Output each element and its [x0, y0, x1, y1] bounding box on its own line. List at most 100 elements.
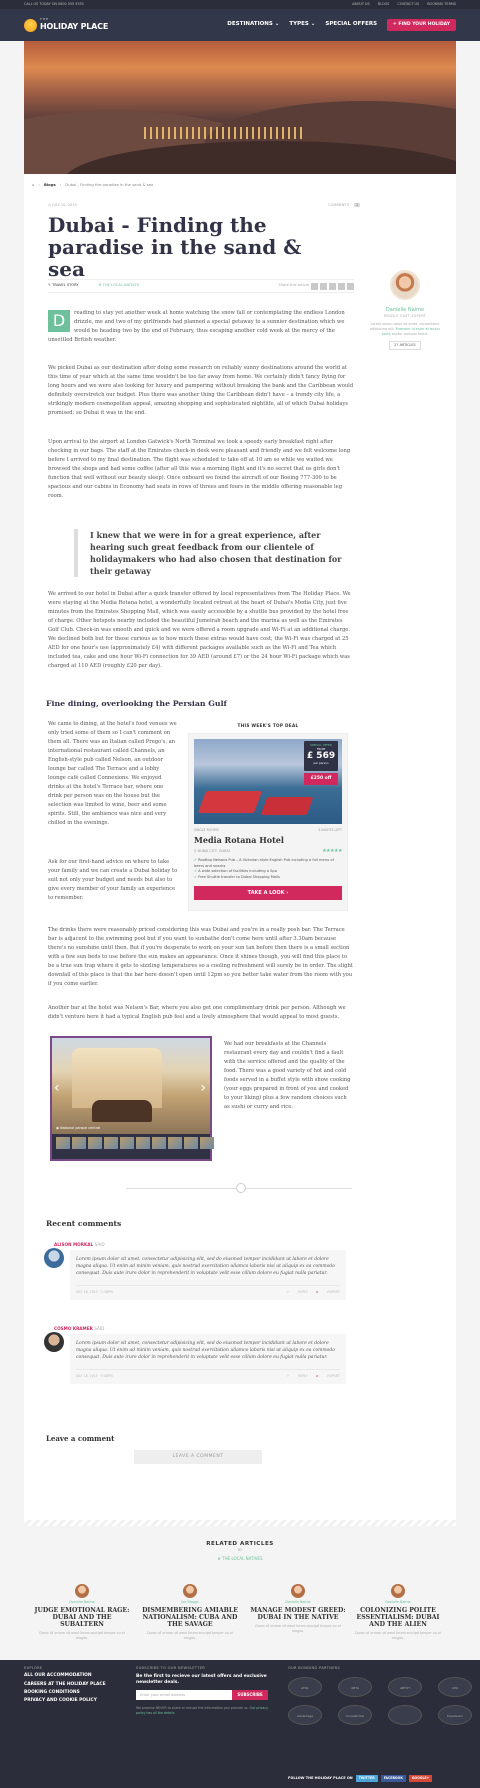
top-link-blogs[interactable]: BLOGS — [378, 2, 390, 6]
top-link-contact[interactable]: CONTACT US — [397, 2, 419, 6]
share-facebook-icon[interactable] — [311, 282, 318, 290]
comment-avatar[interactable] — [44, 1332, 64, 1352]
paragraph-8: Another bar at the hotel was Nelson's Ba… — [48, 1005, 346, 1020]
related-desc: Donec id ornare sit amet lorem suscipit … — [39, 1631, 125, 1640]
article-intro: D reading to stay yet another week at ho… — [48, 309, 354, 345]
gallery-thumb[interactable] — [56, 1137, 70, 1149]
article-byline: ✎ TRAVEL STORY ❦ THE LOCAL NATIVES Share… — [48, 279, 354, 293]
gallery-next-icon[interactable]: › — [200, 1078, 206, 1098]
iata-logo-icon[interactable]: IATA — [438, 1677, 472, 1698]
article-title: Dubai - Finding the paradise in the sand… — [48, 213, 302, 281]
hotel-name[interactable]: Media Rotana Hotel — [194, 835, 342, 847]
author-avatar[interactable] — [390, 270, 420, 300]
footer-link[interactable]: ALL OUR ACCOMMODATION — [24, 1673, 106, 1679]
category-tag[interactable]: ✎ TRAVEL STORY — [48, 283, 79, 288]
footer-link[interactable]: BOOKING CONDITIONS — [24, 1690, 106, 1696]
gallery-thumb[interactable] — [136, 1137, 150, 1149]
related-article[interactable]: Danielle Naime MANAGE MODEST GREED: DUBA… — [250, 1584, 346, 1633]
take-a-look-button[interactable]: TAKE A LOOK › — [194, 886, 342, 901]
partner-logo-icon[interactable] — [388, 1705, 422, 1726]
article-date: ◷ JULY 10, 2015 — [48, 203, 77, 207]
top-link-about[interactable]: ABOUT US — [352, 2, 370, 6]
related-article[interactable]: Danielle Naime COLONIZING POLITE ESSENTI… — [350, 1584, 446, 1641]
footer-link[interactable]: CAREERS AT THE HOLIDAY PLACE — [24, 1682, 106, 1688]
related-articles: RELATED ARTICLES BY ❦ THE LOCAL NATIVES … — [24, 1526, 456, 1674]
facebook-button[interactable]: FACEBOOK — [380, 1775, 406, 1782]
section-heading: Fine dining, overlooking the Persian Gul… — [46, 699, 227, 708]
gallery-thumb[interactable] — [120, 1137, 134, 1149]
gallery-thumb[interactable] — [72, 1137, 86, 1149]
reply-link[interactable]: REPLY — [298, 1374, 307, 1378]
call-us-text: CALL US TODAY ON 0800 555 5555 — [24, 2, 84, 7]
share-pinterest-icon[interactable] — [338, 282, 345, 290]
breadcrumb-blogs[interactable]: Blogs — [44, 182, 56, 188]
report-link[interactable]: REPORT — [327, 1290, 340, 1294]
deal-meta: SINGLE ROOMS 4 NIGHTS LEFT — [194, 828, 342, 833]
paragraph-3: Upon arrival to the airport at London Ga… — [48, 439, 351, 499]
author-articles-button[interactable]: 27 ARTICLES — [389, 341, 421, 351]
report-icon[interactable]: ⊘ — [316, 1290, 319, 1294]
gallery-thumb[interactable] — [88, 1137, 102, 1149]
twitter-button[interactable]: TWITTER — [355, 1775, 378, 1782]
nav-destinations[interactable]: DESTINATIONS ⌄ — [227, 21, 279, 29]
reply-link[interactable]: REPLY — [298, 1290, 307, 1294]
cruise-logo-icon[interactable]: CruisePortal — [338, 1705, 372, 1726]
gallery-thumb[interactable] — [184, 1137, 198, 1149]
gallery-thumb[interactable] — [168, 1137, 182, 1149]
share-email-icon[interactable] — [347, 282, 354, 290]
home-icon[interactable]: ⌂ — [32, 182, 34, 188]
gallery-thumb[interactable] — [200, 1137, 214, 1149]
hotel-location-row: ⚲ DUBAI CITY, DUBAI ★★★★★ — [194, 848, 342, 855]
comments-heading: Recent comments — [46, 1219, 122, 1228]
nav-special-offers[interactable]: SPECIAL OFFERS — [325, 21, 377, 29]
related-article[interactable]: Joe Bloggs DISMEMBERING AMIABLE NATIONAL… — [142, 1584, 238, 1641]
comment-date: JULY 18, 2015 · 5:08PM — [76, 1374, 113, 1378]
gallery-thumb[interactable] — [104, 1137, 118, 1149]
reply-icon[interactable]: ↩ — [287, 1290, 290, 1294]
footer-link[interactable]: PRIVACY AND COOKIE POLICY — [24, 1698, 106, 1704]
share-google-icon[interactable] — [329, 282, 336, 290]
gallery-image[interactable] — [52, 1038, 210, 1134]
gallery-caption: ◉ National parque central — [56, 1126, 101, 1130]
subscribe-button[interactable]: SUBSCRIBE — [232, 1690, 268, 1701]
related-brand: ❦ THE LOCAL NATIVES — [217, 1556, 263, 1561]
partner-logos: ATOL ABTA ABTOT IATA Advantage CruisePor… — [288, 1677, 472, 1726]
abtot-logo-icon[interactable]: ABTOT — [388, 1677, 422, 1698]
nights-left: 4 NIGHTS LEFT — [318, 828, 342, 832]
comment-item: ALISON MORKAL SAID Lorem ipsum dolor sit… — [44, 1242, 346, 1300]
report-icon[interactable]: ⊘ — [316, 1374, 319, 1378]
deal-heading: THIS WEEK'S TOP DEAL — [237, 723, 299, 728]
newsletter-note: We promise NEVER to share or misuse the … — [136, 1706, 269, 1715]
paragraph-6: Ask for our first-hand advice on where t… — [48, 859, 178, 901]
reply-icon[interactable]: ↩ — [287, 1374, 290, 1378]
advantage-logo-icon[interactable]: Advantage — [288, 1705, 322, 1726]
related-article[interactable]: Danielle Naime JUDGE EMOTIONAL RAGE: DUB… — [34, 1584, 130, 1641]
gallery-prev-icon[interactable]: ‹ — [54, 1078, 60, 1098]
find-holiday-button[interactable]: ✈ FIND YOUR HOLIDAY — [387, 18, 456, 32]
social-follow: FOLLOW THE HOLIDAY PLACE ON TWITTER FACE… — [288, 1775, 433, 1782]
feature-item: Rooftop Nelsons Pub – A Victorian style … — [194, 858, 342, 869]
comments-count[interactable]: COMMENTS 2 — [326, 203, 361, 208]
share-twitter-icon[interactable] — [320, 282, 327, 290]
atol-logo-icon[interactable]: ATOL — [288, 1677, 322, 1698]
leave-comment-button[interactable]: LEAVE A COMMENT — [134, 1450, 262, 1464]
top-link-booking-terms[interactable]: BOOKING TERMS — [427, 2, 456, 6]
related-by: BY — [237, 1548, 243, 1552]
comment-avatar[interactable] — [44, 1248, 64, 1268]
offer-badge: SPECIAL OFFER FROM £ 569 per person — [304, 741, 338, 771]
paragraph-9: We had our breakfasts at the Channels re… — [224, 1041, 351, 1110]
author-name[interactable]: Danielle Naime — [370, 307, 440, 314]
site-logo[interactable]: THE HOLIDAY PLACE — [24, 17, 108, 33]
follow-label: FOLLOW THE HOLIDAY PLACE ON — [288, 1775, 353, 1780]
tripadvisor-logo-icon[interactable]: tripadvisor — [438, 1705, 472, 1726]
gallery-thumb[interactable] — [152, 1137, 166, 1149]
google-plus-button[interactable]: GOOGLE+ — [408, 1775, 433, 1782]
deal-image[interactable]: SPECIAL OFFER FROM £ 569 per person £250… — [194, 739, 342, 824]
nav-types[interactable]: TYPES ⌄ — [289, 21, 315, 29]
report-link[interactable]: REPORT — [327, 1374, 340, 1378]
abta-logo-icon[interactable]: ABTA — [338, 1677, 372, 1698]
newsletter-email-input[interactable]: Enter your email address — [136, 1690, 232, 1701]
breadcrumb: ⌂ › Blogs › Dubai - Finding the paradise… — [32, 182, 154, 188]
brand-tag[interactable]: ❦ THE LOCAL NATIVES — [99, 283, 139, 288]
share-bar: Share this article — [279, 282, 354, 290]
